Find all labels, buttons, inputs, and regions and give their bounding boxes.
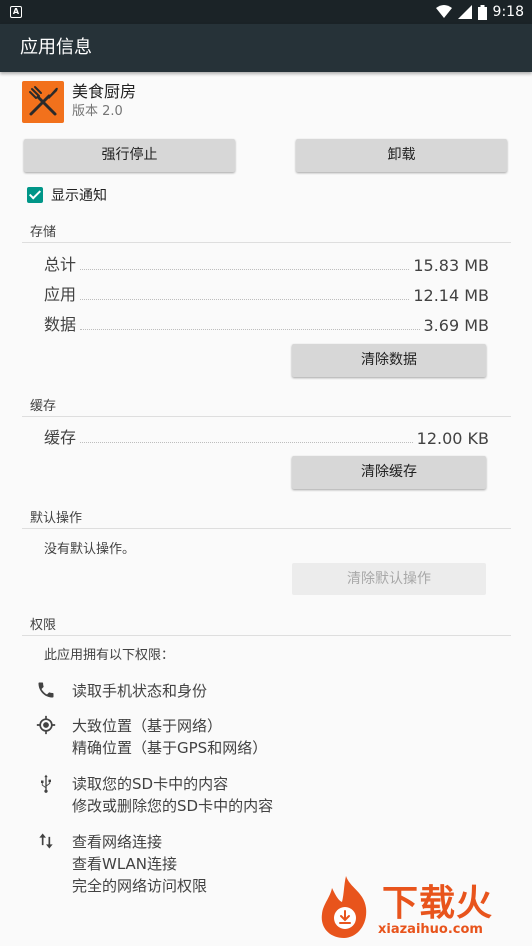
- watermark: 下载火 xiazaihuo.com: [312, 872, 526, 942]
- cache-value: 12.00 KB: [416, 429, 489, 448]
- app-bar: 应用信息: [0, 24, 532, 72]
- defaults-section-title: 默认操作: [30, 511, 83, 526]
- location-icon: [36, 715, 56, 735]
- leader-dots: [80, 442, 413, 443]
- storage-app-label: 应用: [44, 285, 77, 304]
- storage-row-app: 应用 12.14 MB: [44, 281, 489, 305]
- leader-dots: [80, 269, 410, 270]
- permission-group-location: 大致位置（基于网络） 精确位置（基于GPS和网络）: [36, 715, 267, 759]
- signal-icon: [457, 5, 472, 19]
- battery-icon: [477, 4, 487, 20]
- defaults-divider: [22, 528, 511, 529]
- status-bar: A 9:18: [0, 0, 532, 24]
- leader-dots: [80, 299, 410, 300]
- usb-icon: [41, 774, 51, 793]
- defaults-text: 没有默认操作。: [44, 542, 136, 557]
- cache-row: 缓存 12.00 KB: [44, 424, 489, 448]
- status-time: 9:18: [492, 4, 524, 20]
- storage-total-label: 总计: [44, 255, 77, 274]
- show-notifications-row[interactable]: 显示通知: [27, 185, 107, 205]
- storage-row-data: 数据 3.69 MB: [44, 311, 489, 335]
- uninstall-button[interactable]: 卸载: [296, 139, 507, 172]
- permission-group-phone: 读取手机状态和身份: [36, 680, 207, 702]
- cache-label: 缓存: [44, 428, 77, 447]
- watermark-url: xiazaihuo.com: [378, 922, 483, 937]
- permission-line: 读取手机状态和身份: [72, 682, 208, 700]
- storage-app-value: 12.14 MB: [413, 286, 489, 305]
- permission-line: 读取您的SD卡中的内容: [72, 775, 229, 793]
- app-version: 版本 2.0: [72, 104, 123, 119]
- permission-group-network: 查看网络连接 查看WLAN连接 完全的网络访问权限: [36, 831, 207, 897]
- cache-section-title: 缓存: [30, 399, 57, 414]
- permission-line: 大致位置（基于网络）: [72, 717, 223, 735]
- permission-line: 修改或删除您的SD卡中的内容: [72, 797, 274, 815]
- app-logo-icon: [22, 81, 64, 123]
- phone-icon: [38, 682, 54, 698]
- storage-section-title: 存储: [30, 225, 57, 240]
- permission-group-storage: 读取您的SD卡中的内容 修改或删除您的SD卡中的内容: [36, 773, 273, 817]
- permissions-section-title: 权限: [30, 618, 57, 633]
- cache-divider: [22, 416, 511, 417]
- show-notifications-label: 显示通知: [51, 188, 107, 204]
- app-name: 美食厨房: [72, 82, 137, 101]
- permission-line: 查看网络连接: [72, 833, 163, 851]
- storage-total-value: 15.83 MB: [413, 256, 489, 275]
- watermark-text: 下载火: [382, 883, 494, 924]
- clear-defaults-button[interactable]: 清除默认操作: [292, 563, 486, 595]
- permissions-intro: 此应用拥有以下权限：: [44, 648, 175, 663]
- permission-line: 完全的网络访问权限: [72, 877, 208, 895]
- force-stop-button[interactable]: 强行停止: [24, 139, 235, 172]
- storage-divider: [22, 242, 511, 243]
- permission-line: 查看WLAN连接: [72, 855, 178, 873]
- storage-data-label: 数据: [44, 315, 77, 334]
- clear-cache-button[interactable]: 清除缓存: [292, 456, 486, 489]
- permission-line: 精确位置（基于GPS和网络）: [72, 739, 268, 757]
- flame-logo-icon: [321, 876, 367, 938]
- permissions-divider: [22, 635, 511, 636]
- wifi-icon: [435, 5, 452, 18]
- leader-dots: [80, 329, 420, 330]
- network-arrows-icon: [39, 833, 53, 849]
- clear-data-button[interactable]: 清除数据: [292, 344, 486, 377]
- storage-row-total: 总计 15.83 MB: [44, 251, 489, 275]
- page-title: 应用信息: [20, 37, 92, 58]
- show-notifications-checkbox[interactable]: [27, 187, 43, 203]
- notification-a-icon: A: [10, 6, 22, 18]
- storage-data-value: 3.69 MB: [423, 316, 490, 335]
- app-header: 美食厨房 版本 2.0: [22, 80, 136, 124]
